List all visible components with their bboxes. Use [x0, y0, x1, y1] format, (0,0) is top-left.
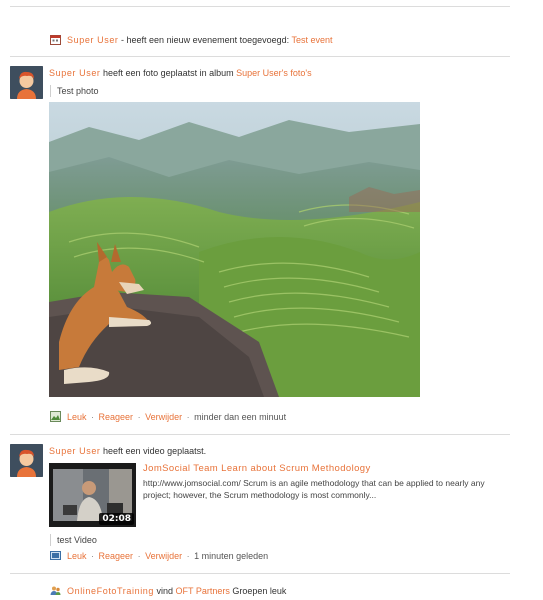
activity-event: Super User - heeft een nieuw evenement t… [50, 34, 333, 45]
divider [10, 6, 510, 7]
separator: · [184, 412, 193, 422]
photo-caption: Test photo [50, 85, 99, 97]
album-link[interactable]: Super User's foto's [236, 68, 311, 78]
separator: · [135, 412, 144, 422]
remove-link[interactable]: Verwijder [145, 551, 182, 561]
divider [10, 56, 510, 57]
user-link[interactable]: OnlineFotoTraining [67, 586, 154, 596]
like-link[interactable]: Leuk [67, 412, 87, 422]
like-link[interactable]: Leuk [67, 551, 87, 561]
caption-text: Test photo [57, 86, 99, 96]
photo-icon [50, 411, 61, 422]
group-icon [50, 586, 61, 595]
video-actions: Leuk · Reageer · Verwijder · 1 minuten g… [50, 550, 268, 562]
reply-link[interactable]: Reageer [99, 412, 134, 422]
activity-text: heeft een video geplaatst. [100, 446, 207, 456]
separator: · [135, 551, 144, 561]
calendar-icon [50, 35, 61, 45]
divider [10, 573, 510, 574]
user-link[interactable]: Super User [49, 68, 101, 78]
video-description: http://www.jomsocial.com/ Scrum is an ag… [143, 478, 485, 500]
activity-text: - heeft een nieuw evenement toegevoegd: [118, 35, 292, 45]
video-thumbnail[interactable]: 02:08 [49, 463, 136, 527]
divider [10, 434, 510, 435]
user-avatar-icon [10, 66, 43, 99]
video-duration: 02:08 [99, 513, 134, 525]
user-link[interactable]: Super User [49, 446, 101, 456]
activity-photo-header: Super User heeft een foto geplaatst in a… [49, 68, 312, 78]
avatar[interactable] [10, 66, 43, 99]
separator: · [88, 551, 97, 561]
timestamp: 1 minuten geleden [194, 551, 269, 561]
separator: · [184, 551, 193, 561]
timestamp: minder dan een minuut [194, 412, 287, 422]
activity-group: OnlineFotoTraining vind OFT Partners Gro… [50, 585, 286, 596]
video-title-link[interactable]: JomSocial Team Learn about Scrum Methodo… [143, 463, 371, 474]
activity-suffix: Groepen leuk [229, 586, 287, 596]
activity-text: vind [154, 586, 176, 596]
user-avatar-icon [10, 444, 43, 477]
remove-link[interactable]: Verwijder [145, 412, 182, 422]
photo-actions: Leuk · Reageer · Verwijder · minder dan … [50, 411, 286, 423]
separator: · [88, 412, 97, 422]
avatar[interactable] [10, 444, 43, 477]
activity-text: heeft een foto geplaatst in album [100, 68, 237, 78]
activity-photo[interactable] [49, 102, 420, 397]
user-link[interactable]: Super User [67, 35, 119, 45]
video-caption: test Video [50, 534, 97, 546]
video-icon [50, 551, 61, 560]
reply-link[interactable]: Reageer [99, 551, 134, 561]
event-link[interactable]: Test event [292, 35, 333, 45]
group-link[interactable]: OFT Partners [176, 586, 230, 596]
caption-text: test Video [57, 535, 97, 545]
activity-video-header: Super User heeft een video geplaatst. [49, 446, 206, 456]
landscape-photo [49, 102, 420, 397]
